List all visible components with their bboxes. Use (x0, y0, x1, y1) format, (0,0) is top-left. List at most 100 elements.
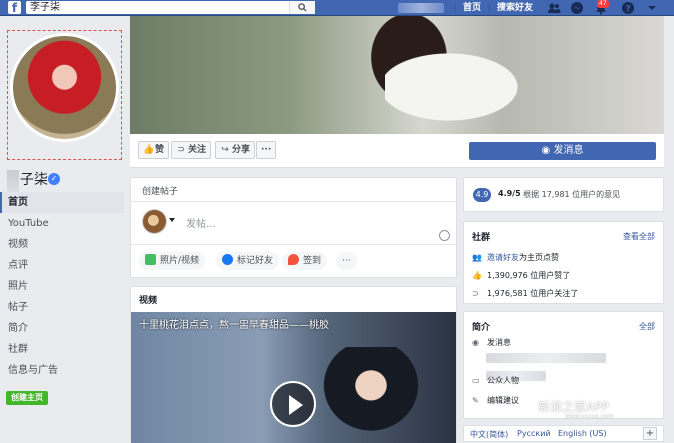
divider (131, 244, 456, 245)
tag-friends-button[interactable]: 标记好友 (216, 252, 280, 270)
sidebar-item-reviews[interactable]: 点评 (0, 255, 124, 276)
composer-more-button[interactable]: ··· (336, 252, 357, 270)
tag-friends-label: 标记好友 (237, 256, 274, 266)
video-card: 视频 十里桃花泪点点，熬一盅早春甜品——桃胶 (130, 286, 457, 443)
create-post-card: 创建帖子 发帖… 照片/视频 标记好友 签到 ··· (130, 177, 457, 278)
share-button[interactable]: ↪ 分享 (215, 141, 256, 159)
likes-count: 1,390,976 位用户赞了 (487, 271, 571, 280)
page-sidebar: 子柒 ✓ 首页 YouTube 视频 点评 照片 帖子 简介 社群 信息与广告 … (0, 16, 130, 442)
add-language-button[interactable]: + (643, 427, 657, 440)
sidebar-item-about[interactable]: 简介 (0, 318, 124, 339)
follows-count: 1,976,581 位用户关注了 (487, 289, 579, 298)
video-player[interactable]: 十里桃花泪点点，熬一盅早春甜品——桃胶 (131, 312, 456, 443)
location-pin-icon (288, 254, 299, 265)
sidebar-item-posts[interactable]: 帖子 (0, 297, 124, 318)
sidebar-item-home[interactable]: 首页 (0, 192, 124, 213)
follows-row: ⊃ 1,976,581 位用户关注了 (472, 288, 578, 299)
like-button-label: 赞 (155, 145, 165, 155)
intro-see-all-link[interactable]: 全部 (639, 321, 655, 332)
video-thumbnail (311, 347, 431, 443)
send-message-button[interactable]: ◉ 发消息 (469, 142, 656, 160)
invite-friends-row: 👥 邀请好友为主页点赞 (472, 252, 559, 263)
share-button-label: 分享 (232, 145, 251, 155)
emoji-icon[interactable] (439, 230, 450, 241)
language-option[interactable]: 中文(简体) (470, 429, 508, 440)
thumbs-up-icon: 👍 (143, 145, 155, 155)
rating-text[interactable]: · 根据 17,981 位用户的意见 (518, 189, 620, 200)
follow-button-label: 关注 (188, 145, 207, 155)
language-option[interactable]: Русский (517, 429, 551, 438)
photo-video-label: 照片/视频 (160, 256, 200, 266)
intro-suggest-edit-row: ✎ 编辑建议 (472, 395, 519, 406)
rss-icon: ⊃ (177, 145, 185, 155)
invite-friends-text: 为主页点赞 (519, 253, 559, 262)
top-navbar: f 李子柒 首页 搜索好友 47 ? (0, 0, 674, 16)
search-input[interactable]: 李子柒 (26, 1, 315, 14)
create-post-title: 创建帖子 (142, 187, 179, 197)
page-name: 子柒 (20, 172, 48, 188)
intro-category-row: ▭ 公众人物 (472, 375, 519, 386)
help-icon[interactable]: ? (621, 1, 635, 15)
search-button[interactable] (289, 1, 315, 14)
photo-video-button[interactable]: 照片/视频 (139, 252, 206, 270)
checkin-button[interactable]: 签到 (282, 252, 328, 270)
intro-suggest-edit[interactable]: 编辑建议 (487, 396, 519, 405)
profile-picture[interactable] (10, 33, 119, 142)
intro-redacted-line (486, 353, 606, 363)
verified-badge-icon: ✓ (48, 173, 60, 185)
search-icon (298, 3, 307, 12)
post-composer-input[interactable]: 发帖… (186, 215, 216, 230)
video-section-title: 视频 (139, 296, 158, 306)
user-profile-link[interactable] (398, 3, 444, 13)
rating-card: 4.9 4.9/5 · 根据 17,981 位用户的意见 (463, 177, 664, 212)
tag-friends-icon (222, 254, 233, 265)
rating-pill: 4.9 (473, 188, 491, 202)
invite-friends-link[interactable]: 邀请好友 (487, 253, 519, 262)
photo-icon (145, 254, 156, 265)
account-menu-chevron-icon[interactable] (645, 1, 659, 15)
language-option[interactable]: English (US) (558, 429, 607, 438)
svg-text:?: ? (625, 5, 630, 15)
invite-friends-icon: 👥 (472, 253, 482, 262)
follow-button[interactable]: ⊃ 关注 (171, 141, 212, 159)
sidebar-item-youtube[interactable]: YouTube (0, 213, 124, 234)
friend-requests-icon[interactable] (547, 1, 561, 15)
nav-find-friends-link[interactable]: 搜索好友 (497, 1, 533, 15)
community-card: 社群 查看全部 👥 邀请好友为主页点赞 👍 1,390,976 位用户赞了 ⊃ 1,9… (463, 221, 664, 304)
messenger-icon: ◉ (472, 338, 479, 347)
cover-photo-detail (385, 40, 545, 134)
facebook-logo-icon[interactable]: f (8, 1, 21, 15)
watermark-subtext: www.xxxxx.com (565, 413, 614, 420)
like-button[interactable]: 👍赞 (138, 141, 170, 159)
sidebar-item-videos[interactable]: 视频 (0, 234, 124, 255)
community-title: 社群 (472, 233, 491, 243)
notification-count-badge: 47 (597, 0, 609, 8)
likes-row: 👍 1,390,976 位用户赞了 (472, 270, 570, 281)
intro-send-message[interactable]: 发消息 (487, 338, 511, 347)
nav-home-link[interactable]: 首页 (463, 1, 481, 15)
checkin-label: 签到 (303, 256, 322, 266)
composer-avatar[interactable] (142, 209, 167, 234)
pencil-icon: ✎ (472, 396, 479, 405)
intro-message-row: ◉ 发消息 (472, 337, 511, 348)
sidebar-item-info-ads[interactable]: 信息与广告 (0, 360, 124, 381)
nav-separator (455, 3, 456, 13)
community-see-all-link[interactable]: 查看全部 (623, 231, 655, 242)
language-bar: 中文(简体) English (US) Русский + (463, 425, 664, 442)
profile-picture-frame[interactable] (7, 30, 122, 160)
create-page-button[interactable]: 创建主页 (6, 391, 48, 405)
folder-icon: ▭ (472, 376, 480, 385)
chevron-down-icon[interactable] (169, 218, 175, 222)
more-actions-button[interactable]: ··· (256, 141, 277, 159)
play-button[interactable] (270, 381, 316, 427)
share-arrow-icon: ↪ (221, 145, 229, 155)
search-input-value[interactable]: 李子柒 (30, 1, 60, 14)
sidebar-item-community[interactable]: 社群 (0, 339, 124, 360)
messenger-icon[interactable] (570, 1, 584, 15)
sidebar-item-photos[interactable]: 照片 (0, 276, 124, 297)
rss-icon: ⊃ (472, 289, 479, 298)
sidebar-nav: 首页 YouTube 视频 点评 照片 帖子 简介 社群 信息与广告 (0, 192, 124, 381)
intro-category: 公众人物 (487, 376, 519, 385)
video-title[interactable]: 十里桃花泪点点，熬一盅早春甜品——桃胶 (139, 316, 329, 331)
send-message-label: 发消息 (553, 145, 584, 156)
